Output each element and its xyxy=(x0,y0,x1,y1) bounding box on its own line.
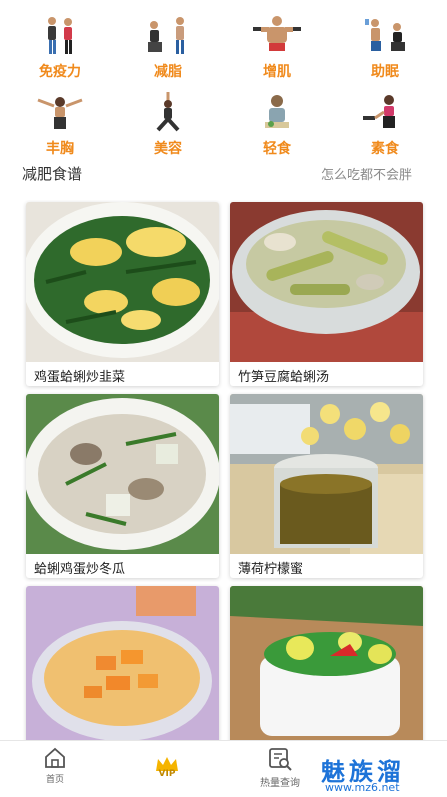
section-header: 减肥食谱 怎么吃都不会胖 xyxy=(0,158,447,188)
muscle-man-icon xyxy=(253,16,301,51)
recipe-name: 鸡蛋蛤蜊炒韭菜 xyxy=(34,370,126,385)
category-fat-loss[interactable]: 减脂 xyxy=(118,5,218,80)
category-label: 丰胸 xyxy=(46,141,74,157)
tab-vip[interactable]: VIP xyxy=(142,741,192,797)
recipe-photo xyxy=(26,586,219,740)
category-label: 减脂 xyxy=(154,64,182,80)
recipe-card[interactable]: 薄荷柠檬蜜 xyxy=(230,394,423,578)
section-subtitle: 怎么吃都不会胖 xyxy=(320,168,412,183)
category-label: 助眠 xyxy=(371,64,399,80)
category-sleep-aid[interactable]: 助眠 xyxy=(335,5,435,80)
recipe-name: 蛤蜊鸡蛋炒冬瓜 xyxy=(34,562,126,577)
category-beauty[interactable]: 美容 xyxy=(118,82,218,157)
fitness-couple-icon xyxy=(48,17,72,54)
recipe-card[interactable]: 鸡蛋蛤蜊炒韭菜 xyxy=(26,202,219,386)
recipe-card[interactable] xyxy=(26,586,219,740)
woman-eating-icon xyxy=(265,95,289,128)
category-label: 增肌 xyxy=(263,64,291,80)
recipe-card[interactable]: 竹笋豆腐蛤蜊汤 xyxy=(230,202,423,386)
category-vegetarian[interactable]: 素食 xyxy=(335,82,435,157)
recipe-photo xyxy=(26,394,219,554)
home-icon xyxy=(45,747,65,768)
category-muscle-gain[interactable]: 增肌 xyxy=(227,5,327,80)
category-label: 素食 xyxy=(371,141,399,157)
category-label: 美容 xyxy=(154,141,182,157)
woman-stretching-icon xyxy=(37,97,83,129)
recipe-name: 薄荷柠檬蜜 xyxy=(238,562,304,577)
recipe-photo xyxy=(26,202,219,362)
yoga-pose-icon xyxy=(156,92,180,132)
tab-label: 热量查询 xyxy=(260,778,300,789)
tab-label: 首页 xyxy=(45,775,64,785)
recipe-name: 竹笋豆腐蛤蜊汤 xyxy=(238,370,330,385)
recipe-grid: 鸡蛋蛤蜊炒韭菜 竹笋豆腐蛤蜊汤 蛤蜊鸡蛋炒冬瓜 薄荷柠檬蜜 xyxy=(0,200,447,740)
fitness-couple-icon xyxy=(365,19,405,51)
search-document-icon xyxy=(269,748,292,771)
category-light-meal[interactable]: 轻食 xyxy=(227,82,327,157)
recipe-card[interactable]: 蛤蜊鸡蛋炒冬瓜 xyxy=(26,394,219,578)
fitness-couple-icon xyxy=(148,17,184,54)
woman-dumbbell-icon xyxy=(363,95,395,128)
recipe-photo xyxy=(230,586,423,740)
recipe-card[interactable] xyxy=(230,586,423,740)
tab-home[interactable]: 首页 xyxy=(30,741,80,797)
category-bust[interactable]: 丰胸 xyxy=(10,82,110,157)
tab-calorie-search[interactable]: 热量查询 xyxy=(250,741,310,797)
category-label: 轻食 xyxy=(263,141,291,157)
tab-label: VIP xyxy=(158,769,176,779)
category-label: 免疫力 xyxy=(39,64,81,80)
recipe-photo xyxy=(230,202,423,362)
section-title: 减肥食谱 xyxy=(22,165,83,183)
category-grid: 免疫力 减脂 增肌 助眠 丰胸 美容 轻食 素食 xyxy=(0,0,447,160)
site-watermark: 魅族溜 www.mz6.net xyxy=(311,750,441,795)
recipe-photo xyxy=(230,394,423,554)
category-immunity[interactable]: 免疫力 xyxy=(10,5,110,80)
watermark-url: www.mz6.net xyxy=(325,781,400,794)
